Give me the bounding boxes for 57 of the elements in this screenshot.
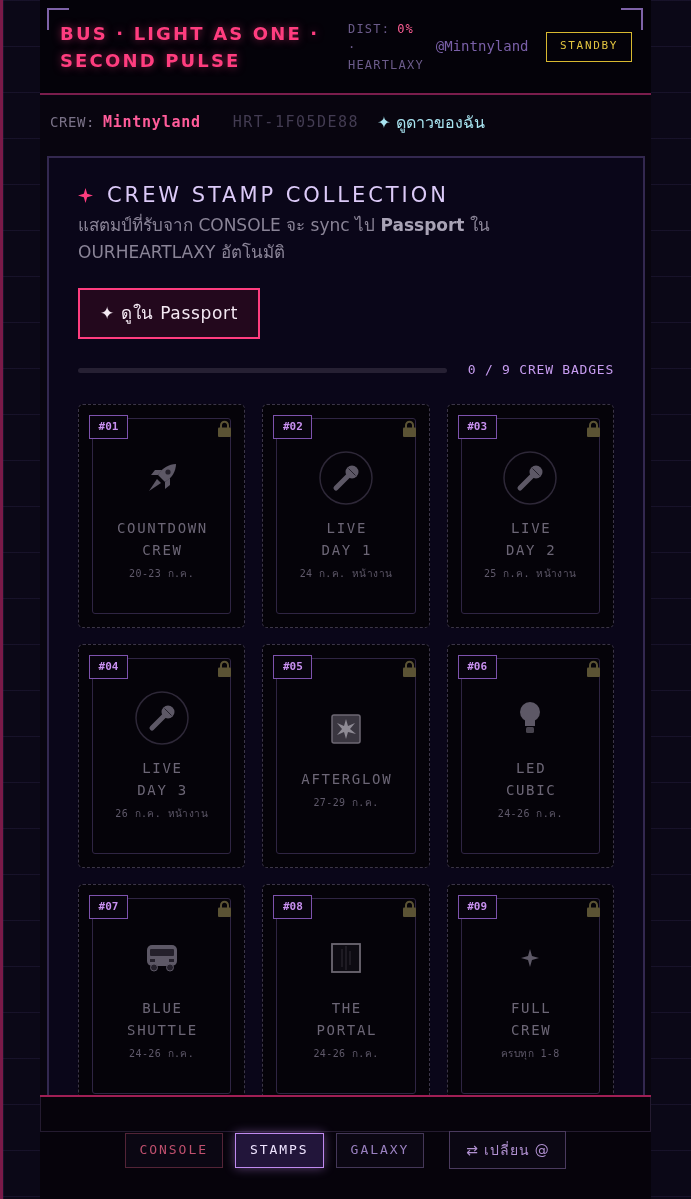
nav-tab[interactable]: STAMPS <box>234 1132 324 1168</box>
my-stars-link[interactable]: ✦ ดูดาวของฉัน <box>377 110 485 135</box>
sparkle-icon <box>78 187 93 203</box>
stamp-number-tag: #03 <box>457 415 497 439</box>
stamp-title: COUNTDOWN CREW <box>116 519 208 560</box>
nav-tab[interactable]: GALAXY <box>335 1132 425 1168</box>
separator-dot: · <box>348 38 357 56</box>
stamp-number-tag: #05 <box>273 655 313 679</box>
stamp-title: AFTERGLOW <box>300 770 393 789</box>
stamp-title: FULL CREW <box>509 999 552 1040</box>
stamp-number-tag: #07 <box>89 895 128 919</box>
network-label: HEARTLAXY <box>348 56 424 74</box>
section-description: แสตมป์ที่รับจาก CONSOLE จะ sync ไป Passport ใน OURHEARTLAXY อัตโนมัติ <box>78 212 491 264</box>
microphone-icon <box>503 451 558 505</box>
stamp-date: 26 ก.ค. หน้างาน <box>115 807 209 821</box>
stamp-date: 24-26 ก.ค. <box>313 1047 379 1061</box>
stamp-date: 24 ก.ค. หน้างาน <box>299 567 393 581</box>
stamp-number-tag: #01 <box>89 415 128 439</box>
status-badge: STANDBY <box>546 31 632 62</box>
corner-bracket-icon <box>621 8 643 30</box>
crew-code: HRT-1F05DE88 <box>232 112 360 134</box>
stamp-date: ครบทุก 1-8 <box>500 1047 560 1061</box>
section-title: CREW STAMP COLLECTION <box>107 182 449 209</box>
user-handle: @Mintnyland <box>435 37 529 56</box>
view-passport-button[interactable]: ✦ ดูใน Passport <box>78 288 261 339</box>
nav-tab[interactable]: CONSOLE <box>124 1132 223 1168</box>
badge-progress-label: 0 / 9 CREW BADGES <box>467 361 614 380</box>
stamp-title: LIVE DAY 3 <box>136 759 188 800</box>
stamp-number-tag: #09 <box>457 895 497 919</box>
stamp-date: 25 ก.ค. หน้างาน <box>483 567 577 581</box>
stamp-date: 24-26 ก.ค. <box>497 807 563 821</box>
sparkle-icon <box>521 949 540 967</box>
crew-name: Mintnyland <box>102 112 201 134</box>
switch-handle-button[interactable]: ⇄ เปลี่ยน @ <box>449 1131 567 1169</box>
light-bulb-icon <box>519 702 542 734</box>
stamp-title: LED CUBIC <box>504 759 557 800</box>
stamp-title: LIVE DAY 1 <box>320 519 373 560</box>
stamp-title: LIVE DAY 2 <box>504 519 557 560</box>
microphone-icon <box>134 691 189 745</box>
microphone-icon <box>319 451 373 505</box>
stamp-date: 24-26 ก.ค. <box>129 1047 195 1061</box>
page-title: BUS · LIGHT AS ONE · SECOND PULSE <box>60 21 321 73</box>
starburst-tile-icon <box>331 714 361 744</box>
bus-icon <box>145 944 178 972</box>
stamp-title: BLUE SHUTTLE <box>126 999 198 1040</box>
stamp-number-tag: #02 <box>273 415 313 439</box>
stamp-date: 20-23 ก.ค. <box>129 567 195 581</box>
stamp-number-tag: #04 <box>89 655 128 679</box>
stamp-number-tag: #06 <box>457 655 497 679</box>
framed-square-icon <box>331 943 361 973</box>
crew-label: CREW: <box>50 113 95 132</box>
stamp-title: THE PORTAL <box>315 999 378 1040</box>
stamp-date: 27-29 ก.ค. <box>313 796 379 810</box>
distance-label: DIST: <box>348 20 391 38</box>
distance-value: 0% <box>397 20 414 38</box>
stamp-number-tag: #08 <box>273 895 313 919</box>
rocket-icon <box>146 463 177 493</box>
